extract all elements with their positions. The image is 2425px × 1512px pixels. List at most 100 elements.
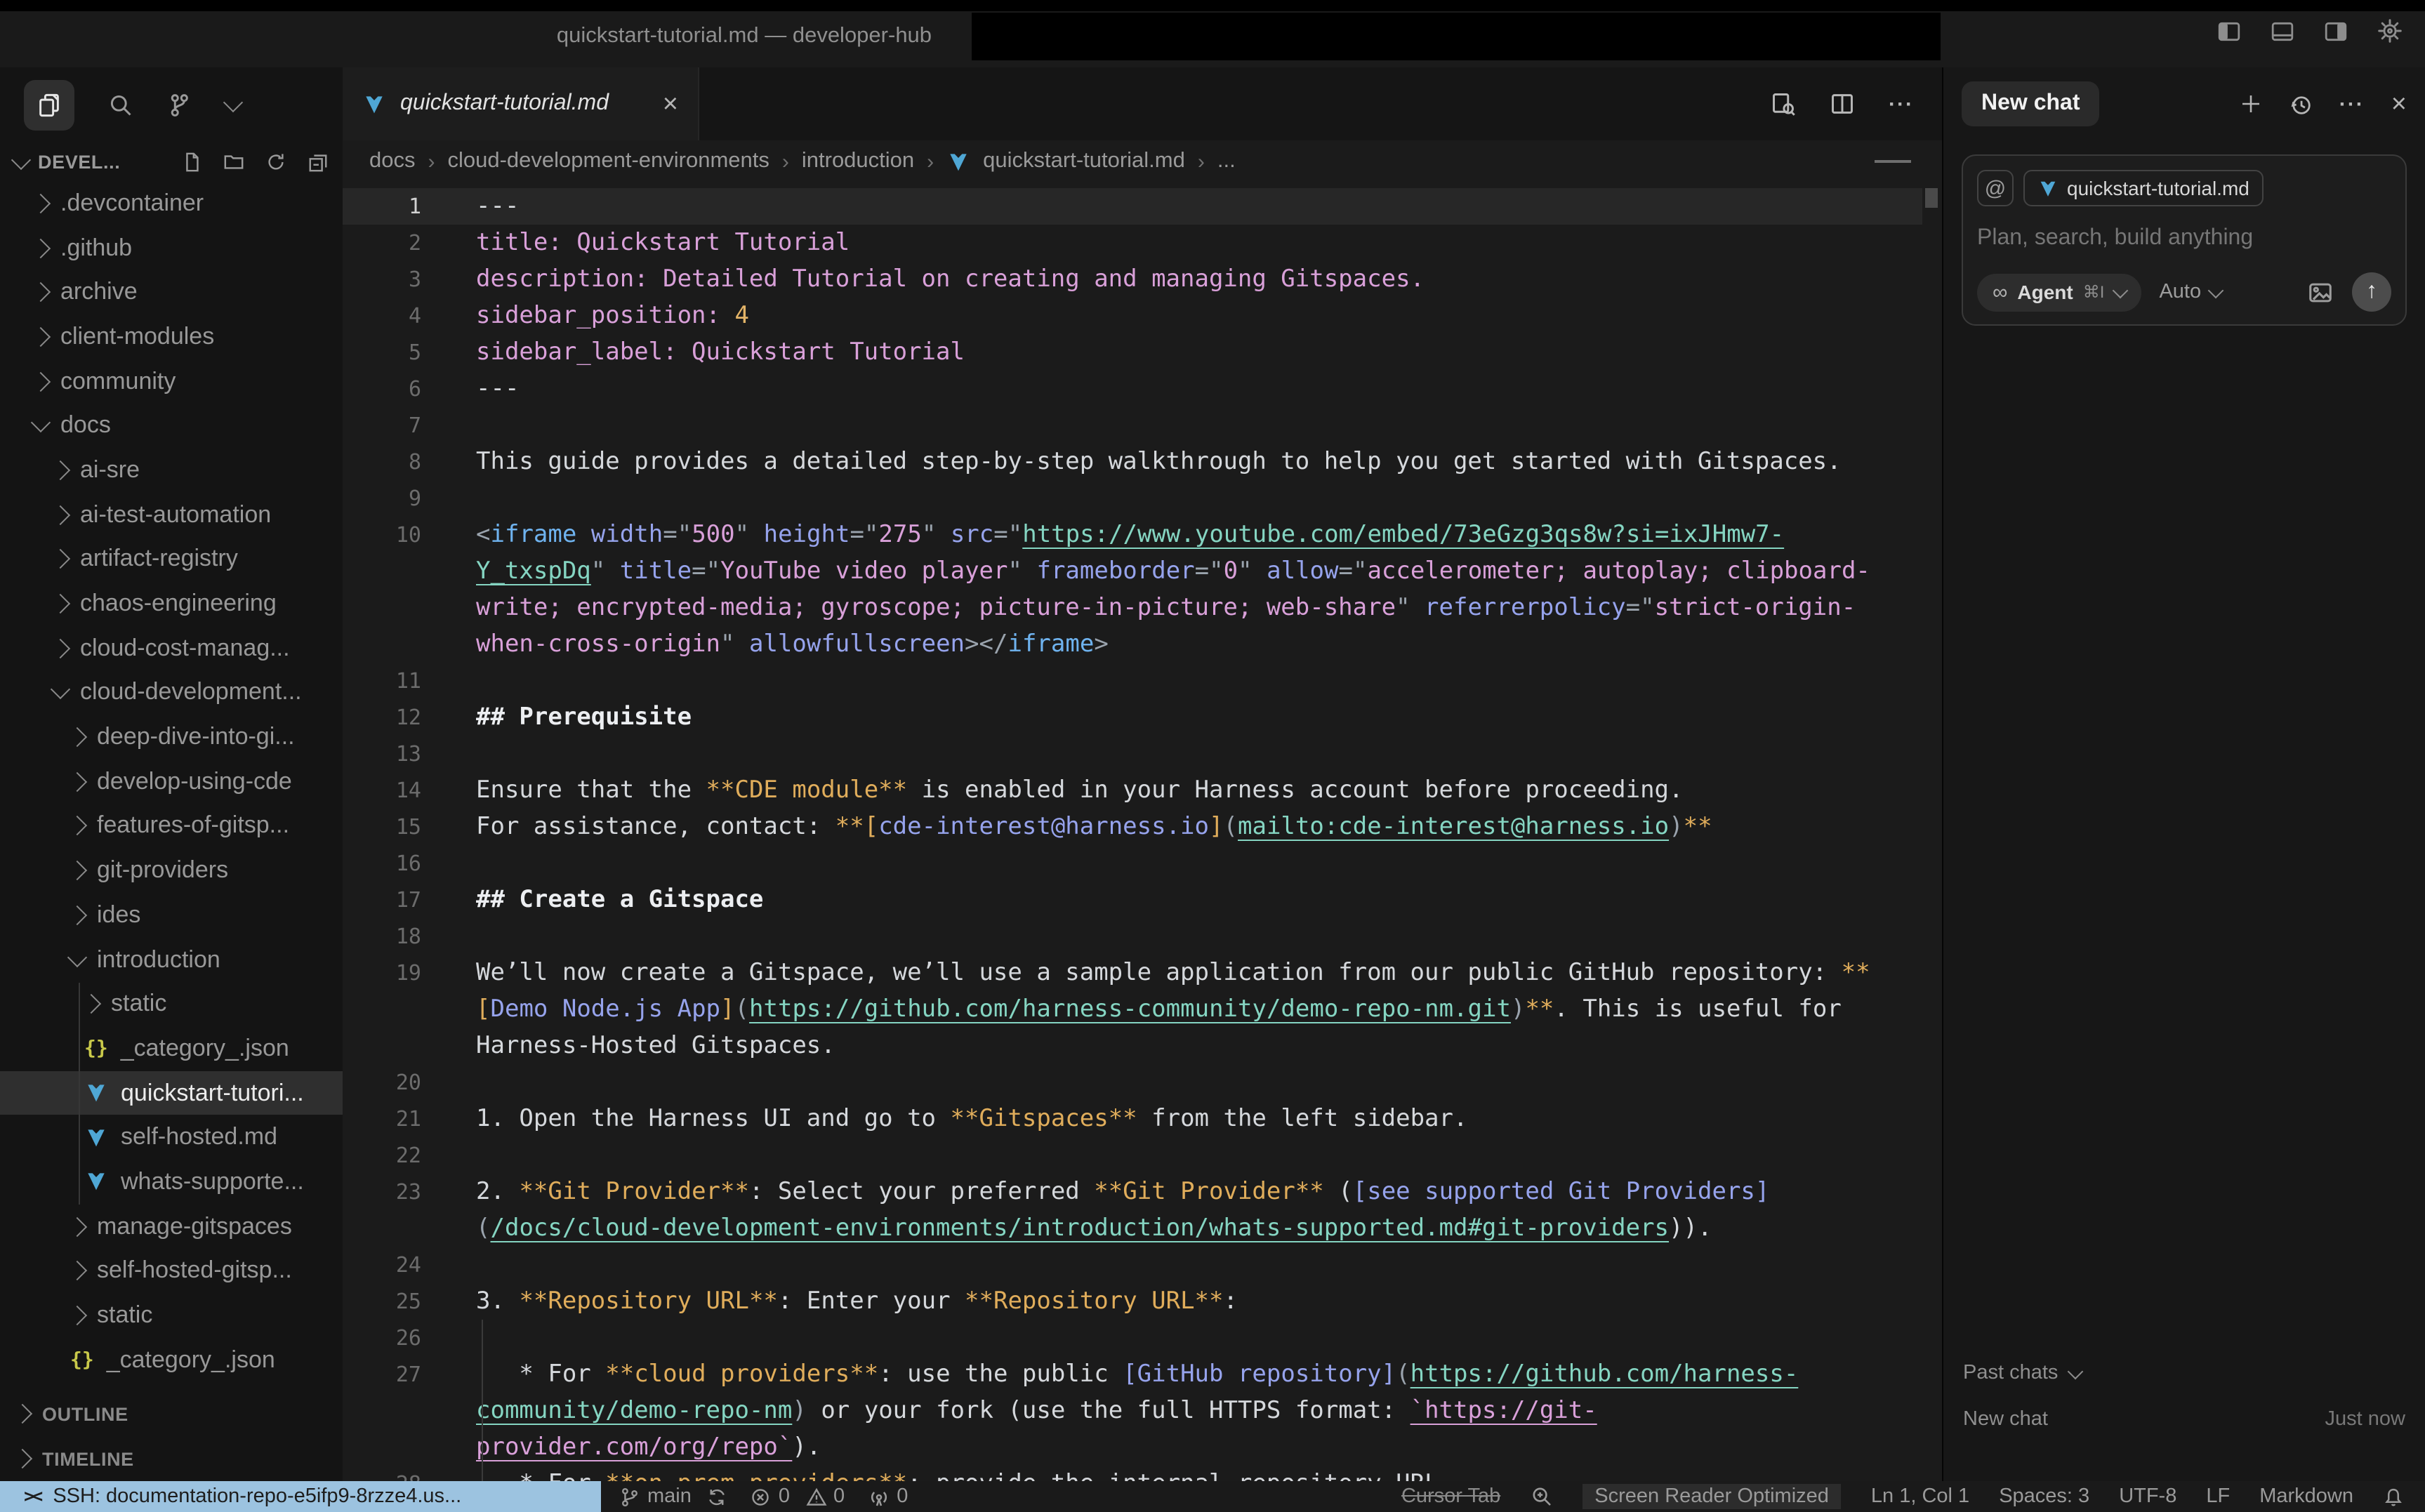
tree-item-self-hosted-gitsp[interactable]: self-hosted-gitsp... (0, 1249, 343, 1293)
code-line-9[interactable]: 9 (343, 480, 1922, 517)
breadcrumb-item[interactable]: ... (1217, 149, 1236, 174)
ports-indicator[interactable]: 0 (867, 1485, 908, 1508)
code-line-23[interactable]: 232. **Git Provider**: Select your prefe… (343, 1174, 1922, 1210)
tree-item-community[interactable]: community (0, 359, 343, 404)
code-line-14[interactable]: 14Ensure that the **CDE module** is enab… (343, 772, 1922, 809)
breadcrumb-item[interactable]: quickstart-tutorial.md (983, 149, 1185, 174)
code-line-25[interactable]: 253. **Repository URL**: Enter your **Re… (343, 1283, 1922, 1320)
language-mode[interactable]: Markdown (2259, 1485, 2353, 1508)
outline-section[interactable]: OUTLINE (0, 1391, 343, 1436)
code-line-3[interactable]: 3description: Detailed Tutorial on creat… (343, 261, 1922, 298)
code-line-12[interactable]: 12## Prerequisite (343, 699, 1922, 736)
editor[interactable]: 1---2title: Quickstart Tutorial3descript… (343, 183, 1942, 1481)
eol-sequence[interactable]: LF (2206, 1485, 2230, 1508)
search-icon[interactable] (108, 93, 133, 118)
code-line-4[interactable]: 4sidebar_position: 4 (343, 298, 1922, 334)
code-line-15[interactable]: 15For assistance, contact: **[cde-intere… (343, 809, 1922, 845)
code-line-10-wrap-3[interactable]: when-cross-origin" allowfullscreen></ifr… (343, 626, 1922, 663)
tree-item-ai-sre[interactable]: ai-sre (0, 448, 343, 492)
tree-item-github[interactable]: .github (0, 225, 343, 270)
breadcrumb-item[interactable]: cloud-development-environments (448, 149, 769, 174)
chat-input-box[interactable]: @ quickstart-tutorial.md Plan, search, b… (1962, 154, 2407, 326)
code-line-17[interactable]: 17## Create a Gitspace (343, 882, 1922, 918)
split-editor-icon[interactable] (1830, 91, 1855, 117)
tree-item-static[interactable]: static (0, 982, 343, 1026)
code-line-26[interactable]: 26 (343, 1320, 1922, 1356)
breadcrumb-item[interactable]: docs (369, 149, 416, 174)
tree-item-manage-gitspaces[interactable]: manage-gitspaces (0, 1205, 343, 1249)
tree-item-chaos-engineering[interactable]: chaos-engineering (0, 581, 343, 625)
attach-image-icon[interactable] (2307, 279, 2334, 305)
code-line-10-wrap-1[interactable]: Y_txspDq" title="YouTube video player" f… (343, 553, 1922, 590)
views-chevron-icon[interactable] (226, 101, 240, 110)
code-line-24[interactable]: 24 (343, 1247, 1922, 1283)
code-line-2[interactable]: 2title: Quickstart Tutorial (343, 225, 1922, 261)
code-line-19-wrap-2[interactable]: Harness-Hosted Gitspaces. (343, 1028, 1922, 1064)
git-branch-indicator[interactable]: main (619, 1485, 728, 1508)
code-line-10-wrap-2[interactable]: write; encrypted-media; gyroscope; pictu… (343, 590, 1922, 626)
refresh-icon[interactable] (265, 152, 286, 173)
code-line-19[interactable]: 19We’ll now create a Gitspace, we’ll use… (343, 955, 1922, 991)
code-line-27-wrap-1[interactable]: community/demo-repo-nm) or your fork (us… (343, 1393, 1922, 1429)
new-file-icon[interactable] (181, 152, 202, 173)
more-actions-icon[interactable]: ··· (1889, 92, 1914, 116)
settings-gear-icon[interactable] (2377, 18, 2403, 44)
tree-item-ides[interactable]: ides (0, 893, 343, 937)
tree-item-develop-using-cde[interactable]: develop-using-cde (0, 760, 343, 804)
tree-item-docs[interactable]: docs (0, 404, 343, 448)
problems-indicator[interactable]: 0 0 (751, 1485, 845, 1508)
breadcrumb-item[interactable]: introduction (802, 149, 914, 174)
tree-item-category-json[interactable]: {}_category_.json (0, 1026, 343, 1070)
toggle-left-panel-icon[interactable] (2217, 19, 2241, 43)
explorer-icon[interactable] (24, 80, 74, 131)
chat-tab-new-chat[interactable]: New chat (1962, 81, 2100, 126)
code-line-20[interactable]: 20 (343, 1064, 1922, 1101)
remote-indicator[interactable]: >< SSH: documentation-repo-e5ifp9-8rzze4… (0, 1481, 601, 1512)
code-line-7[interactable]: 7 (343, 407, 1922, 444)
encoding[interactable]: UTF-8 (2119, 1485, 2176, 1508)
code-line-8[interactable]: 8This guide provides a detailed step-by-… (343, 444, 1922, 480)
tree-item-deep-dive-into-gi[interactable]: deep-dive-into-gi... (0, 715, 343, 760)
past-chats-toggle[interactable]: Past chats (1963, 1362, 2405, 1384)
screen-reader-mode[interactable]: Screen Reader Optimized (1582, 1484, 1842, 1509)
code-line-21[interactable]: 211. Open the Harness UI and go to **Git… (343, 1101, 1922, 1137)
notifications-bell-icon[interactable] (2383, 1486, 2404, 1507)
code-line-1[interactable]: 1--- (343, 188, 1922, 225)
tree-item-self-hosted-md[interactable]: self-hosted.md (0, 1115, 343, 1160)
sync-icon[interactable] (707, 1486, 728, 1507)
code-line-23-wrap-1[interactable]: (/docs/cloud-development-environments/in… (343, 1210, 1922, 1247)
tree-item-cloud-cost-manag[interactable]: cloud-cost-manag... (0, 626, 343, 670)
close-tab-icon[interactable]: × (663, 91, 678, 117)
explorer-section-header[interactable]: DEVEL... (0, 143, 343, 181)
chat-input-placeholder[interactable]: Plan, search, build anything (1977, 226, 2391, 251)
tree-item-category-json[interactable]: {}_category_.json (0, 1338, 343, 1382)
zoom-indicator-icon[interactable] (1530, 1485, 1552, 1508)
code-line-10[interactable]: 10<iframe width="500" height="275" src="… (343, 517, 1922, 553)
toggle-bottom-panel-icon[interactable] (2271, 19, 2294, 43)
model-selector[interactable]: Auto (2159, 281, 2221, 303)
tree-item-cloud-development[interactable]: cloud-development... (0, 670, 343, 715)
cursor-tab-indicator[interactable]: Cursor Tab (1401, 1485, 1500, 1508)
chat-history-item[interactable]: New chat Just now (1963, 1408, 2405, 1431)
code-line-28[interactable]: 28 * For **on-prem providers**: provide … (343, 1466, 1922, 1481)
send-button[interactable]: ↑ (2352, 272, 2391, 312)
cursor-position[interactable]: Ln 1, Col 1 (1871, 1485, 1969, 1508)
indentation[interactable]: Spaces: 3 (1999, 1485, 2089, 1508)
tree-item-archive[interactable]: archive (0, 270, 343, 314)
tree-item-static[interactable]: static (0, 1293, 343, 1337)
code-line-19-wrap-1[interactable]: [Demo Node.js App](https://github.com/ha… (343, 991, 1922, 1028)
tree-item-client-modules[interactable]: client-modules (0, 314, 343, 359)
timeline-section[interactable]: TIMELINE (0, 1436, 343, 1481)
tree-item-whats-supporte[interactable]: whats-supporte... (0, 1160, 343, 1204)
new-chat-plus-icon[interactable] (2240, 93, 2262, 115)
tree-item-git-providers[interactable]: git-providers (0, 849, 343, 893)
source-control-icon[interactable] (167, 93, 192, 118)
code-line-22[interactable]: 22 (343, 1137, 1922, 1174)
tree-item-introduction[interactable]: introduction (0, 937, 343, 981)
agent-mode-selector[interactable]: ∞ Agent ⌘I (1977, 273, 2141, 311)
tree-item-devcontainer[interactable]: .devcontainer (0, 181, 343, 225)
tree-item-ai-test-automation[interactable]: ai-test-automation (0, 493, 343, 537)
code-line-11[interactable]: 11 (343, 663, 1922, 699)
code-line-6[interactable]: 6--- (343, 371, 1922, 407)
code-line-27-wrap-2[interactable]: provider.com/org/repo`). (343, 1429, 1922, 1466)
